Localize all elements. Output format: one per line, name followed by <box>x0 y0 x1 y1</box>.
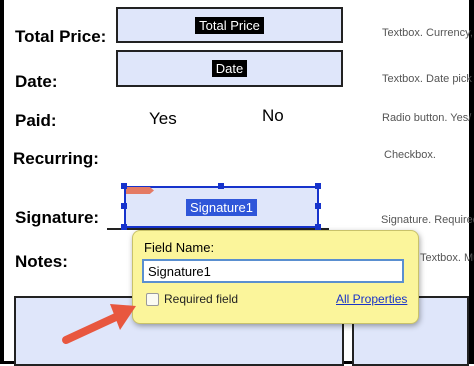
signature-flag-icon <box>126 187 154 194</box>
note-total-price: Textbox. Currency, <box>382 27 473 39</box>
page-border-left <box>0 0 4 364</box>
signature-field-name: Signature1 <box>186 198 257 216</box>
date-field-name: Date <box>211 60 248 77</box>
required-field-checkbox[interactable] <box>146 293 159 306</box>
resize-handle-tc[interactable] <box>218 183 224 189</box>
total-price-field[interactable]: Total Price <box>116 7 343 43</box>
note-paid: Radio button. Yes/ <box>382 112 472 124</box>
all-properties-link[interactable]: All Properties <box>336 292 407 306</box>
paid-label: Paid: <box>15 111 57 130</box>
recurring-label: Recurring: <box>13 149 99 168</box>
required-field-label: Required field <box>164 292 239 306</box>
note-recurring: Checkbox. <box>384 149 436 161</box>
resize-handle-ml[interactable] <box>121 203 127 209</box>
note-date: Textbox. Date pick <box>382 73 472 85</box>
radio-no[interactable]: No <box>262 106 284 126</box>
pointer-arrow-icon <box>62 304 136 344</box>
field-name-input[interactable] <box>142 259 404 283</box>
total-price-label: Total Price: <box>15 27 107 46</box>
resize-handle-mr[interactable] <box>315 203 321 209</box>
field-properties-popup: Field Name: Required field All Propertie… <box>132 230 419 324</box>
date-field[interactable]: Date <box>116 50 343 87</box>
resize-handle-tr[interactable] <box>315 183 321 189</box>
resize-handle-tl[interactable] <box>121 183 127 189</box>
page-border-right <box>469 0 474 364</box>
total-price-field-name: Total Price <box>195 16 264 34</box>
signature-label: Signature: <box>15 208 100 227</box>
radio-yes[interactable]: Yes <box>149 109 177 129</box>
notes-label: Notes: <box>15 252 68 271</box>
resize-handle-bl[interactable] <box>121 224 127 230</box>
field-name-label: Field Name: <box>144 240 215 255</box>
note-notes: Textbox. Mu <box>420 252 474 264</box>
signature-field[interactable]: Signature1 <box>124 186 319 228</box>
note-signature: Signature. Required <box>381 214 474 226</box>
date-label: Date: <box>15 72 58 91</box>
